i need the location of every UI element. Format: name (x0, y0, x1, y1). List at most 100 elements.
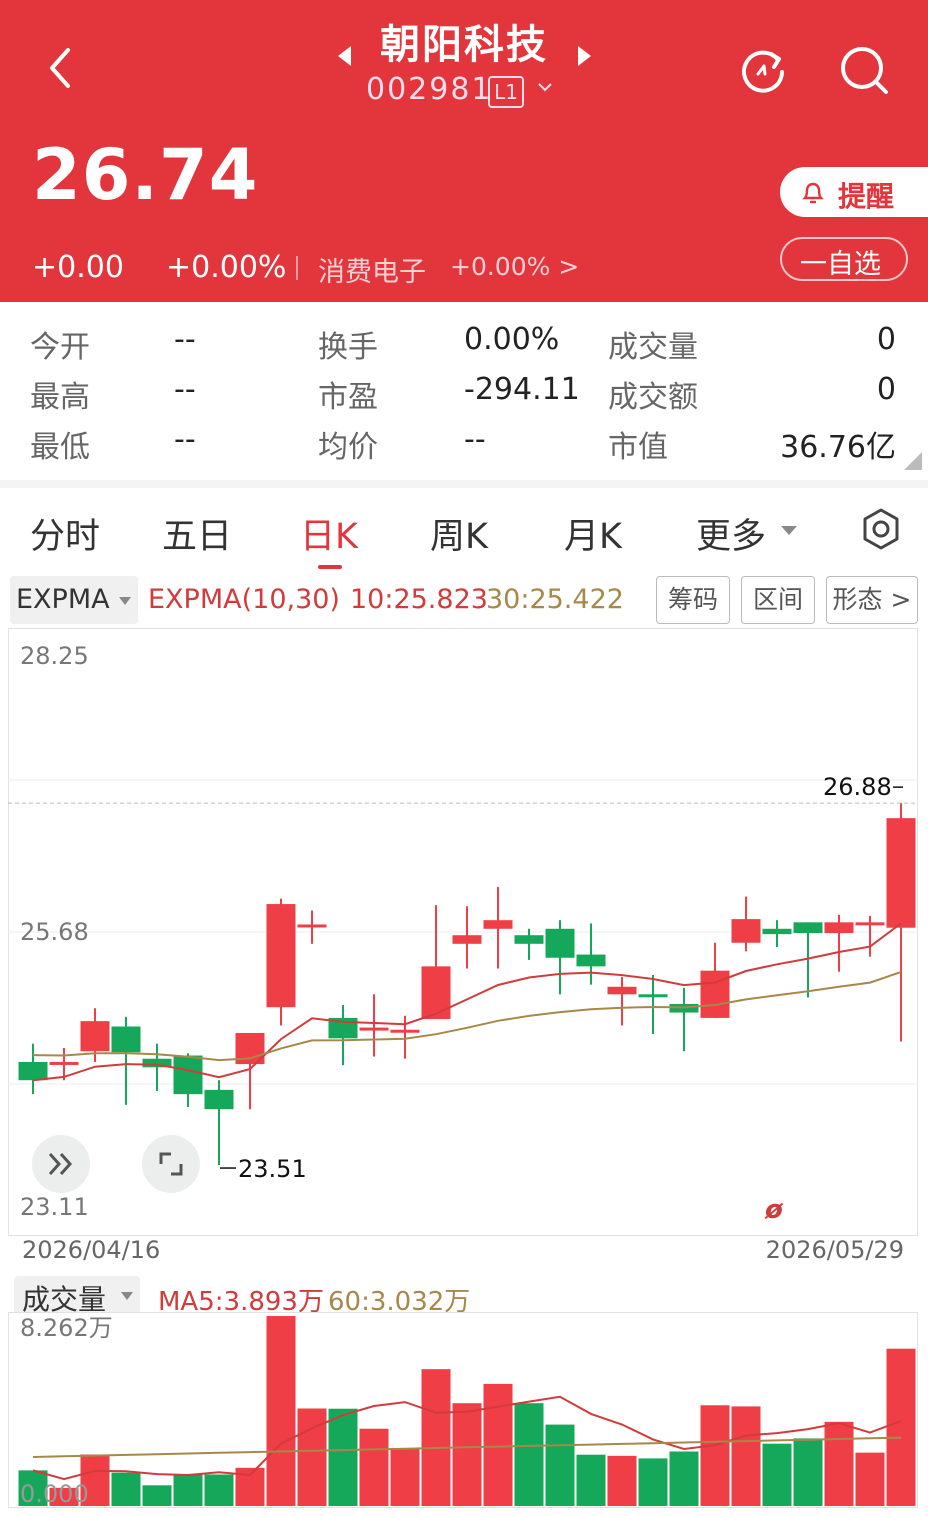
candle-body (545, 928, 575, 958)
candle-body (731, 919, 761, 943)
candle-body (793, 922, 823, 934)
tab-daily-k[interactable]: 日K (300, 508, 358, 559)
stat-value: 0.00% (464, 322, 560, 357)
volume-bar (638, 1458, 668, 1506)
watchlist-button[interactable]: 一自选 (780, 237, 908, 281)
stat-label: 今开 (30, 330, 90, 365)
y-axis-bottom-label: 23.11 (20, 1193, 89, 1221)
expand-corner-icon[interactable] (904, 452, 922, 470)
candle-body (638, 994, 668, 998)
volume-bar (452, 1403, 482, 1506)
volume-bar (762, 1443, 792, 1506)
stat-value: 0 (876, 372, 896, 407)
remind-button[interactable]: 提醒 (780, 167, 928, 217)
refresh-icon[interactable] (738, 44, 788, 94)
expand-button[interactable] (32, 1135, 90, 1193)
volume-bottom-label: 0.000 (20, 1480, 89, 1508)
candle-body (204, 1089, 234, 1110)
candle-body (576, 954, 606, 967)
stock-code: 002981 (366, 72, 493, 107)
chips-button[interactable]: 筹码 (656, 576, 730, 624)
volume-bar (824, 1421, 854, 1506)
candle-body (452, 935, 482, 944)
volume-selector[interactable]: 成交量 (14, 1276, 140, 1316)
divider (296, 256, 298, 280)
tab-monthly-k[interactable]: 月K (564, 508, 622, 559)
stat-label: 成交额 (608, 380, 698, 415)
expma-label: EXPMA(10,30) (148, 584, 340, 615)
candle-body (607, 986, 637, 995)
stat-label: 市值 (608, 430, 668, 465)
volume-bar (359, 1428, 389, 1506)
candle-body (483, 920, 513, 929)
double-chevron-icon (48, 1152, 73, 1176)
tab-intraday[interactable]: 分时 (30, 508, 100, 559)
sector-name[interactable]: 消费电子 (318, 250, 426, 289)
volume-bar (328, 1408, 358, 1506)
chevron-down-icon[interactable] (538, 80, 552, 94)
candle-body (111, 1026, 141, 1053)
stat-value: -- (174, 372, 196, 407)
sector-change[interactable]: +0.00% > (450, 252, 579, 281)
next-stock-icon[interactable] (578, 46, 591, 66)
volume-bar (607, 1455, 637, 1506)
stat-label: 市盈 (318, 380, 378, 415)
gear-icon[interactable] (858, 506, 904, 552)
candle-body (514, 935, 544, 944)
candlestick-chart[interactable]: 28.25 25.68 23.11 26.88 23.51 ø (8, 628, 918, 1236)
stat-label: 最低 (30, 430, 90, 465)
volume-bar (142, 1485, 172, 1506)
stock-header: 朝阳科技 002981 L1 26.74 提醒 一自选 +0.00 +0.00%… (0, 0, 928, 302)
start-date-label: 2026/04/16 (22, 1236, 161, 1264)
stock-name: 朝阳科技 (380, 22, 548, 68)
expma-10-value: 10:25.823 (350, 584, 488, 615)
y-axis-mid-label: 25.68 (20, 918, 89, 946)
volume-bar (793, 1438, 823, 1506)
watchlist-label: 一自选 (800, 249, 881, 280)
event-marker-icon[interactable]: ø (764, 1195, 784, 1225)
low-price-marker: 23.51 (238, 1155, 307, 1183)
search-icon[interactable] (838, 44, 890, 96)
range-button[interactable]: 区间 (741, 576, 815, 624)
candle-body (80, 1021, 110, 1052)
tab-five-day[interactable]: 五日 (162, 508, 232, 559)
fullscreen-button[interactable] (142, 1135, 200, 1193)
volume-bar (483, 1383, 513, 1506)
stat-label: 成交量 (608, 330, 698, 365)
volume-top-label: 8.262万 (20, 1314, 113, 1342)
stat-value: -- (174, 322, 196, 357)
caret-down-icon (119, 597, 131, 605)
volume-bar (111, 1472, 141, 1506)
stat-label: 换手 (318, 330, 378, 365)
volume-bar (204, 1474, 234, 1506)
pattern-button[interactable]: 形态 > (826, 576, 918, 624)
current-price: 26.74 (32, 134, 259, 216)
candle-body (18, 1061, 48, 1081)
indicator-selector[interactable]: EXPMA (10, 576, 138, 624)
tab-weekly-k[interactable]: 周K (430, 508, 488, 559)
candle-body (297, 924, 327, 928)
price-change-pct: +0.00% (166, 250, 287, 285)
candle-body (390, 1029, 420, 1033)
stat-value: 36.76亿 (780, 430, 896, 465)
active-tab-indicator (318, 565, 342, 569)
volume-bar (421, 1369, 451, 1506)
candle-body (855, 922, 885, 926)
candle-body (359, 1027, 389, 1031)
volume-bar (576, 1454, 606, 1506)
volume-bar (669, 1451, 699, 1506)
candle-body (173, 1055, 203, 1095)
caret-down-icon (121, 1292, 133, 1300)
y-axis-top-label: 28.25 (20, 642, 89, 670)
candle-body (49, 1061, 79, 1065)
volume-bar (545, 1424, 575, 1506)
candle-body (421, 966, 451, 1019)
tab-more[interactable]: 更多 (696, 508, 766, 559)
volume-bar (731, 1406, 761, 1506)
volume-chart[interactable]: 8.262万 0.000 (8, 1312, 918, 1508)
high-price-marker: 26.88 (823, 773, 892, 801)
stat-value: -294.11 (464, 372, 580, 407)
indicator-selector-label: EXPMA (16, 584, 110, 615)
candle-body (886, 818, 916, 928)
level-badge: L1 (488, 76, 524, 108)
